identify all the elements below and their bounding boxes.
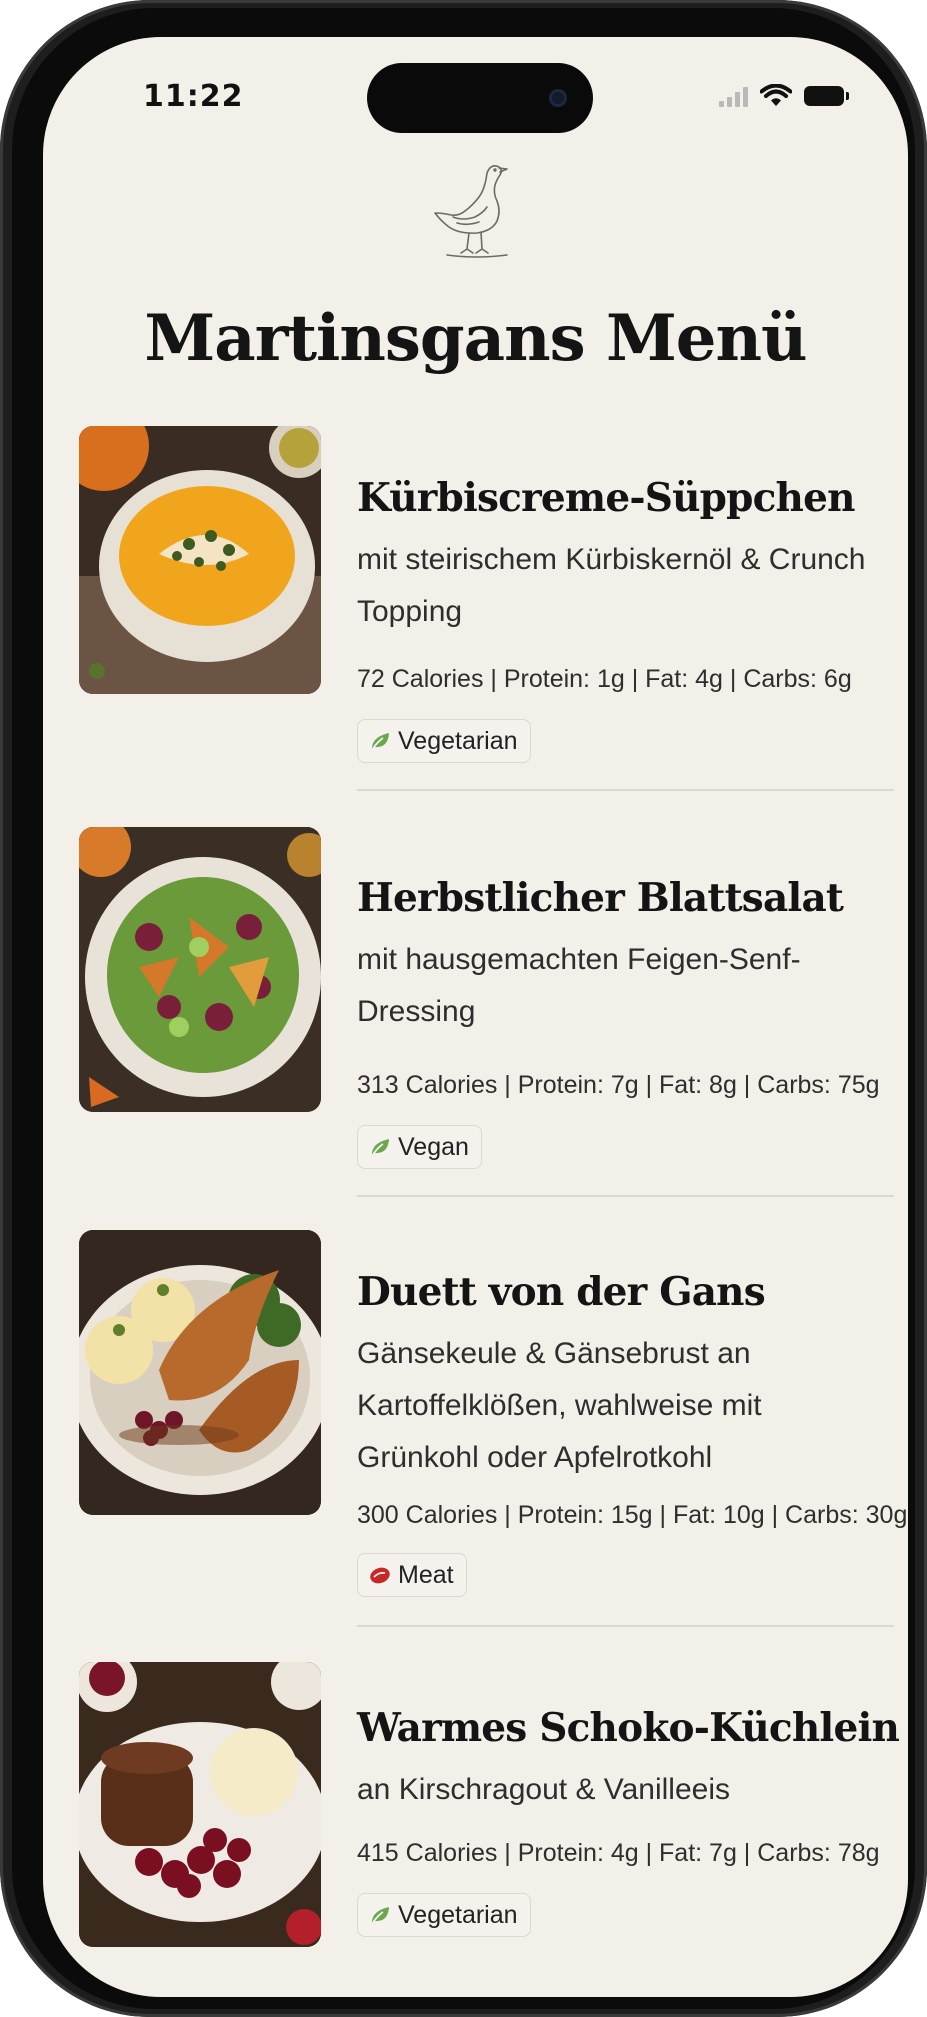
item-divider bbox=[357, 789, 894, 791]
nutrition-info: 72 Calories | Protein: 1g | Fat: 4g | Ca… bbox=[357, 665, 877, 694]
leaf-icon bbox=[371, 733, 389, 751]
dish-description: Gänsekeule & Gänsebrust an Kartoffelklöß… bbox=[357, 1336, 762, 1474]
leaf-icon bbox=[371, 1907, 389, 1925]
salad-image bbox=[79, 827, 321, 1112]
battery-icon bbox=[804, 86, 849, 106]
phone-bezel: 11:22 Martinsgans Menü Kürbiscreme-Süppc… bbox=[12, 8, 915, 2009]
diet-tag-label: Vegetarian bbox=[398, 726, 518, 755]
cellular-signal-icon bbox=[719, 85, 748, 107]
nutrition-text: 72 Calories | Protein: 1g | Fat: 4g | Ca… bbox=[357, 665, 852, 693]
meat-icon bbox=[370, 1567, 390, 1584]
goose-dish-image bbox=[79, 1230, 321, 1515]
item-divider bbox=[357, 1625, 894, 1627]
phone-frame: 11:22 Martinsgans Menü Kürbiscreme-Süppc… bbox=[0, 0, 927, 2017]
diet-tag: Vegetarian bbox=[357, 1893, 531, 1937]
diet-tag-label: Meat bbox=[398, 1560, 454, 1589]
nutrition-text: 415 Calories | Protein: 4g | Fat: 7g | C… bbox=[357, 1839, 880, 1867]
camera-lens-icon bbox=[549, 89, 567, 107]
nutrition-info: 415 Calories | Protein: 4g | Fat: 7g | C… bbox=[357, 1839, 880, 1868]
dish-description: mit hausgemachten Feigen-Senf-Dressing bbox=[357, 942, 801, 1028]
nutrition-info: 313 Calories | Protein: 7g | Fat: 8g | C… bbox=[357, 1071, 880, 1100]
diet-tag: Meat bbox=[357, 1553, 467, 1597]
dish-description: an Kirschragout & Vanilleeis bbox=[357, 1772, 730, 1806]
soup-image bbox=[79, 426, 321, 694]
dish-name: Warmes Schoko-Küchlein bbox=[357, 1705, 900, 1751]
app-screen: 11:22 Martinsgans Menü Kürbiscreme-Süppc… bbox=[43, 37, 908, 1997]
item-divider bbox=[357, 1195, 894, 1197]
page-title: Martinsgans Menü bbox=[144, 301, 807, 376]
dynamic-island bbox=[367, 63, 593, 133]
chocolate-cake-image bbox=[79, 1662, 321, 1947]
diet-tag: Vegan bbox=[357, 1125, 482, 1169]
goose-icon bbox=[434, 165, 508, 258]
diet-tag: Vegetarian bbox=[357, 719, 531, 763]
nutrition-info: 300 Calories | Protein: 15g | Fat: 10g |… bbox=[357, 1501, 907, 1530]
leaf-icon bbox=[371, 1139, 389, 1157]
diet-tag-label: Vegetarian bbox=[398, 1900, 518, 1929]
status-time: 11:22 bbox=[143, 79, 244, 114]
dish-name: Duett von der Gans bbox=[357, 1269, 766, 1315]
nutrition-text: 300 Calories | Protein: 15g | Fat: 10g |… bbox=[357, 1501, 908, 1529]
dish-name: Herbstlicher Blattsalat bbox=[357, 875, 844, 921]
dish-name: Kürbiscreme-Süppchen bbox=[357, 475, 855, 521]
status-bar: 11:22 bbox=[43, 37, 908, 157]
dish-description: mit steirischem Kürbiskernöl & Crunch To… bbox=[357, 542, 866, 628]
status-icons bbox=[719, 81, 849, 111]
diet-tag-label: Vegan bbox=[398, 1132, 469, 1161]
wifi-icon bbox=[760, 84, 792, 106]
nutrition-text: 313 Calories | Protein: 7g | Fat: 8g | C… bbox=[357, 1071, 880, 1099]
